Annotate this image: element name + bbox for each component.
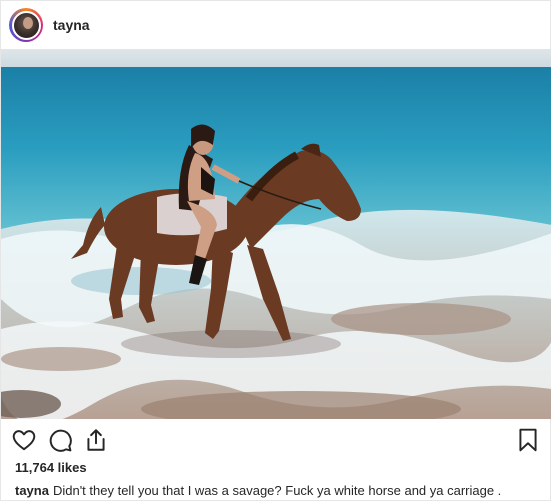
bookmark-icon[interactable] xyxy=(515,427,541,453)
caption-text: Didn't they tell you that I was a savage… xyxy=(52,483,502,498)
post-header: tayna xyxy=(1,1,551,49)
post-username[interactable]: tayna xyxy=(53,17,90,33)
avatar-story-ring[interactable] xyxy=(9,8,43,42)
comment-bubble-icon[interactable] xyxy=(47,427,73,453)
post-actions xyxy=(1,421,551,459)
heart-icon[interactable] xyxy=(11,427,37,453)
instagram-post: tayna 11,764 likes tayna Didn't they tel… xyxy=(0,0,551,501)
caption-username[interactable]: tayna xyxy=(15,483,49,498)
post-photo[interactable] xyxy=(1,49,551,419)
like-count[interactable]: 11,764 likes xyxy=(15,460,87,475)
beach-horse-scene xyxy=(1,49,551,419)
avatar[interactable] xyxy=(11,10,41,40)
post-caption: tayna Didn't they tell you that I was a s… xyxy=(15,483,501,498)
share-upload-icon[interactable] xyxy=(83,427,109,453)
